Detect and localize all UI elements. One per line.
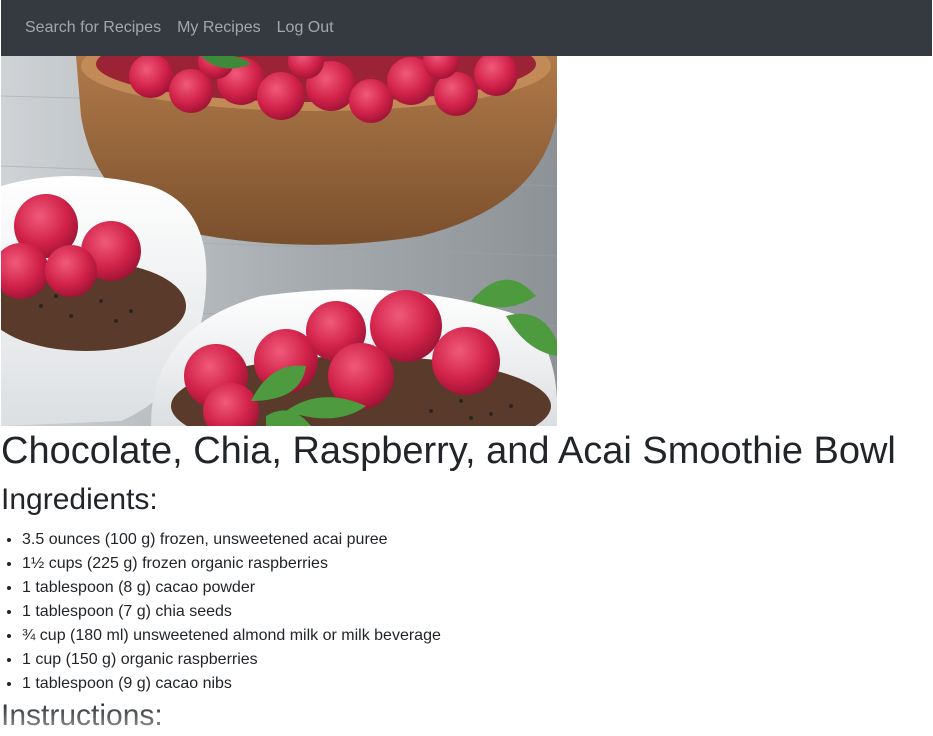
ingredient-item: 3.5 ounces (100 g) frozen, unsweetened a… bbox=[22, 528, 441, 552]
nav-search-recipes-link[interactable]: Search for Recipes bbox=[25, 19, 161, 37]
recipe-image bbox=[1, 56, 557, 426]
ingredient-item: 1 tablespoon (7 g) chia seeds bbox=[22, 600, 441, 624]
ingredient-item: ¾ cup (180 ml) unsweetened almond milk o… bbox=[22, 624, 441, 648]
nav-log-out-link[interactable]: Log Out bbox=[277, 19, 334, 37]
ingredient-item: 1½ cups (225 g) frozen organic raspberri… bbox=[22, 552, 441, 576]
ingredients-heading: Ingredients: bbox=[1, 483, 158, 516]
ingredient-item: 1 cup (150 g) organic raspberries bbox=[22, 648, 441, 672]
recipe-title: Chocolate, Chia, Raspberry, and Acai Smo… bbox=[1, 430, 896, 472]
ingredients-list: 3.5 ounces (100 g) frozen, unsweetened a… bbox=[0, 528, 441, 696]
top-navbar: Search for Recipes My Recipes Log Out bbox=[1, 0, 932, 56]
ingredient-item: 1 tablespoon (8 g) cacao powder bbox=[22, 576, 441, 600]
instructions-heading: Instructions: bbox=[1, 699, 163, 732]
nav-my-recipes-link[interactable]: My Recipes bbox=[177, 19, 261, 37]
ingredient-item: 1 tablespoon (9 g) cacao nibs bbox=[22, 672, 441, 696]
